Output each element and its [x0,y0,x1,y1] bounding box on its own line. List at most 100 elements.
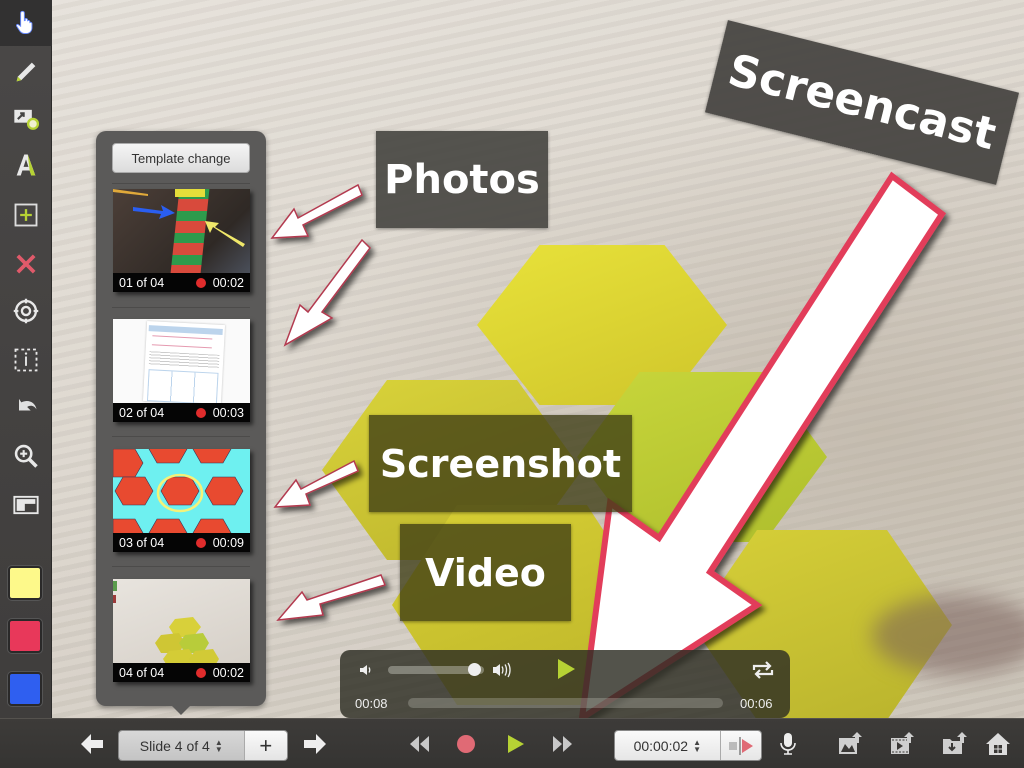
play-icon [508,735,524,753]
tool-delete[interactable] [6,244,46,284]
screenshot-label: Screenshot [369,415,632,512]
slide-3-image [113,449,250,533]
remaining-time: 00:06 [740,696,773,711]
hand-pointer-icon [16,10,33,34]
fast-forward-icon [553,736,572,752]
video-arrow [276,574,387,621]
pencil-icon [16,62,36,82]
duration-value: 00:00:02 [633,737,689,754]
video-label: Video [400,524,571,621]
dashed-select-icon [14,348,38,372]
slide-2-duration: 00:03 [212,405,244,420]
updown-icon: ▲ ▼ [693,737,701,754]
arrow-left-icon [81,734,103,754]
export-video-button[interactable] [887,729,917,759]
volume-slider[interactable] [388,663,484,676]
tool-target[interactable] [6,291,46,331]
template-change-button[interactable]: Template change [112,143,250,173]
export-video-icon [891,732,914,754]
slide-1-index: 01 of 04 [119,275,165,290]
record-dot-icon [195,537,206,548]
previous-slide-button[interactable] [77,729,107,759]
add-slide-button[interactable]: + [243,731,287,760]
slide-2-index: 02 of 04 [119,405,165,420]
slide-thumbnail-4[interactable]: 04 of 04 00:02 [113,579,250,682]
export-image-button[interactable] [835,729,865,759]
rewind-button[interactable] [405,729,435,759]
progress-bar[interactable] [408,698,723,708]
slide-1-duration: 00:02 [212,275,244,290]
elapsed-time: 00:08 [355,696,388,711]
color-swatch-red[interactable] [8,619,42,653]
text-a-icon [16,154,36,176]
record-icon [457,735,475,753]
volume-low-icon [360,665,371,675]
divider [112,566,250,567]
slide-thumbnail-3[interactable]: 03 of 04 00:09 [113,449,250,552]
slide-thumbnail-1[interactable]: 01 of 04 00:02 [113,189,250,292]
slide-1-info: 01 of 04 00:02 [113,273,250,292]
slide-4-info: 04 of 04 00:02 [113,663,250,682]
delete-x-icon [16,254,36,274]
play-icon[interactable] [556,658,576,680]
save-project-button[interactable] [940,729,970,759]
duration-stepper[interactable]: 00:00:02 ▲ ▼ [614,730,762,761]
tool-pen[interactable] [6,52,46,92]
microphone-button[interactable] [773,729,803,759]
tool-zoom[interactable] [6,436,46,476]
split-marker-icon [728,736,753,755]
photos-arrow-2 [283,238,371,347]
slide-3-info: 03 of 04 00:09 [113,533,250,552]
slide-4-duration: 00:02 [212,665,244,680]
slide-stepper[interactable]: Slide 4 of 4 ▲ ▼ + [118,730,288,761]
color-swatch-yellow[interactable] [8,566,42,600]
volume-knob[interactable] [467,663,481,676]
slide-3-index: 03 of 04 [119,535,165,550]
divider [112,307,250,308]
tool-pointer[interactable] [0,0,52,46]
slide-label: Slide 4 of 4 [139,737,210,754]
home-button[interactable] [983,729,1013,759]
slide-list-panel: Template change 01 of 04 00:02 02 of 04 … [96,131,266,715]
zoom-in-icon [14,444,38,468]
updown-icon: ▲ ▼ [214,737,223,754]
loop-icon[interactable] [751,660,775,680]
tools-sidebar [0,0,52,718]
video-player-controls: 00:08 00:06 [340,650,790,718]
tool-add[interactable] [6,195,46,235]
undo-icon [19,398,37,411]
record-dot-icon [195,407,206,418]
slide-2-info: 02 of 04 00:03 [113,403,250,422]
rewind-icon [410,736,429,752]
divider [112,183,250,184]
fast-forward-button[interactable] [547,729,577,759]
bottom-toolbar: Slide 4 of 4 ▲ ▼ + 00:00:02 ▲ ▼ [0,718,1024,768]
app-window: Photos Screenshot Video Screencast Templ… [0,0,1024,768]
play-button[interactable] [500,729,530,759]
slide-selector[interactable]: Slide 4 of 4 ▲ ▼ [119,731,244,760]
folder-download-icon [943,732,967,754]
photos-arrow-1 [270,183,363,239]
split-button[interactable] [719,731,761,760]
tool-layout[interactable] [6,485,46,525]
tool-insert-image[interactable] [6,98,46,138]
next-slide-button[interactable] [300,729,330,759]
record-button[interactable] [451,729,481,759]
slide-4-index: 04 of 04 [119,665,165,680]
tool-undo[interactable] [6,387,46,427]
slide-thumbnail-2[interactable]: 02 of 04 00:03 [113,319,250,422]
layout-icon [13,495,39,515]
record-dot-icon [195,277,206,288]
slide-1-image [113,189,250,273]
target-icon [13,298,39,324]
home-icon [986,733,1010,755]
tool-text[interactable] [6,145,46,185]
volume-high-icon [493,662,511,678]
slide-2-image [113,319,250,403]
color-swatch-blue[interactable] [8,672,42,706]
tool-selection[interactable] [6,340,46,380]
duration-selector[interactable]: 00:00:02 ▲ ▼ [615,731,720,760]
screencast-arrow [578,171,947,718]
arrow-right-icon [304,734,326,754]
slide-3-duration: 00:09 [212,535,244,550]
